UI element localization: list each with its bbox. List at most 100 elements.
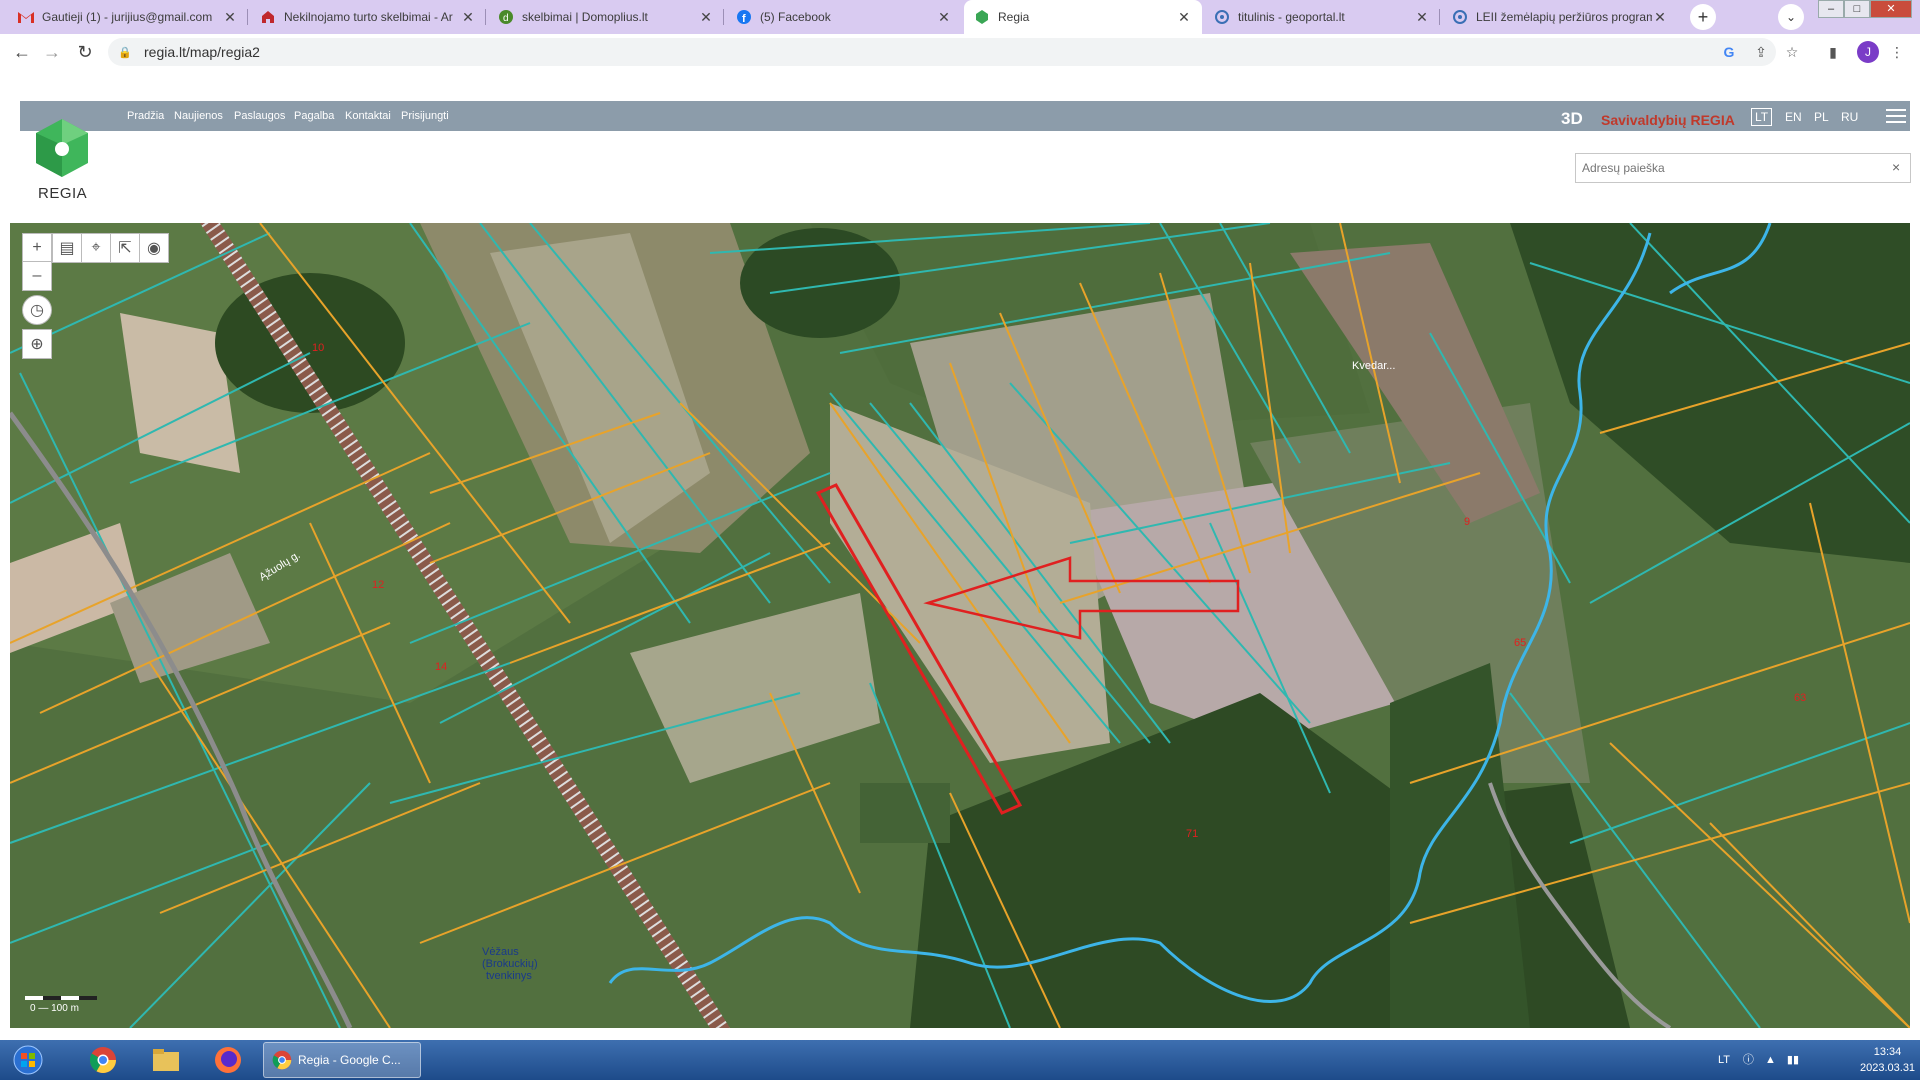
start-orb[interactable] (0, 1043, 56, 1077)
map-label: Vėžaus (482, 946, 519, 958)
url-text[interactable]: regia.lt/map/regia2 (144, 44, 260, 60)
my-location-icon[interactable]: ⊕ (22, 329, 52, 359)
signal-icon[interactable]: ▮▮ (1787, 1054, 1799, 1066)
regia-icon (974, 9, 990, 25)
tab-title: skelbimai | Domoplius.lt (522, 10, 648, 24)
tab-title: LEII žemėlapių peržiūros program (1476, 10, 1652, 24)
google-lens-icon[interactable]: G (1720, 43, 1738, 61)
zoom-out-button[interactable]: – (22, 261, 52, 291)
menu-item-pradzia[interactable]: Pradžia (127, 110, 164, 122)
history-icon[interactable]: ◷ (22, 295, 52, 325)
menu-item-naujienos[interactable]: Naujienos (174, 110, 223, 122)
address-bar[interactable]: 🔒 regia.lt/map/regia2 (108, 38, 1776, 66)
scale-label: 0 — 100 m (30, 1003, 79, 1014)
tray-language[interactable]: LT (1718, 1054, 1730, 1066)
map-label: tvenkinys (486, 970, 532, 982)
facebook-icon: f (736, 9, 752, 25)
new-tab-button[interactable]: + (1690, 4, 1716, 30)
tab-regia[interactable]: Regia ✕ (964, 0, 1202, 34)
search-clear-icon[interactable]: × (1892, 159, 1900, 175)
task-title: Regia - Google C... (298, 1053, 401, 1067)
tab-search-icon[interactable]: ⌄ (1778, 4, 1804, 30)
windows-taskbar: Regia - Google C... LT ⓘ ▲ ▮▮ 13:34 2023… (0, 1040, 1920, 1080)
chrome-icon (272, 1050, 292, 1070)
map-label: 14 (435, 661, 447, 673)
reload-icon[interactable]: ↻ (75, 42, 95, 62)
aruodas-icon (260, 9, 276, 25)
browser-toolbar: ← → ↻ 🔒 regia.lt/map/regia2 (0, 34, 1920, 70)
map-label: Kvedar... (1352, 360, 1395, 372)
close-tab-icon[interactable]: ✕ (1414, 9, 1430, 26)
lang-ru[interactable]: RU (1841, 110, 1858, 124)
side-panel-icon[interactable]: ▮ (1824, 43, 1842, 61)
share-icon[interactable]: ⇪ (1752, 43, 1770, 61)
close-tab-icon[interactable]: ✕ (222, 9, 238, 26)
help-icon[interactable]: ⓘ (1743, 1054, 1754, 1066)
tab-title: Gautieji (1) - jurijius@gmail.com (42, 10, 213, 24)
map-canvas[interactable]: 10 12 14 9 65 63 71 Kvedar... Ąžuolų g. … (10, 223, 1910, 1028)
geoportal-icon (1214, 9, 1230, 25)
close-tab-icon[interactable]: ✕ (460, 9, 476, 26)
svg-text:f: f (742, 13, 746, 24)
tab-facebook[interactable]: f (5) Facebook ✕ (726, 0, 962, 34)
system-tray[interactable]: LT ⓘ ▲ ▮▮ (1718, 1051, 1799, 1067)
logo-text: REGIA (38, 185, 88, 202)
close-tab-icon[interactable]: ✕ (1176, 9, 1192, 26)
chrome-icon[interactable] (75, 1043, 131, 1077)
menu-item-prisijungti[interactable]: Prisijungti (401, 110, 449, 122)
map-label: 65 (1514, 637, 1526, 649)
tab-gmail[interactable]: Gautieji (1) - jurijius@gmail.com ✕ (8, 0, 248, 34)
map-label: 12 (372, 579, 384, 591)
lang-pl[interactable]: PL (1814, 110, 1829, 124)
chrome-menu-icon[interactable]: ⋮ (1888, 43, 1906, 61)
map-label: 9 (1464, 516, 1470, 528)
system-clock[interactable]: 13:34 2023.03.31 (1860, 1044, 1915, 1076)
close-tab-icon[interactable]: ✕ (936, 9, 952, 26)
tab-title: Nekilnojamo turto skelbimai - Ar (284, 10, 453, 24)
address-search-input[interactable] (1575, 153, 1911, 183)
gmail-icon (18, 9, 34, 25)
tab-domoplius[interactable]: d skelbimai | Domoplius.lt ✕ (488, 0, 724, 34)
menu-item-pagalba[interactable]: Pagalba (294, 110, 334, 122)
bookmark-star-icon[interactable]: ☆ (1783, 43, 1801, 61)
map-label: 10 (312, 342, 324, 354)
minimize-button[interactable]: – (1818, 0, 1844, 18)
back-icon[interactable]: ← (12, 42, 32, 62)
tab-title: (5) Facebook (760, 10, 831, 24)
menu-item-paslaugos[interactable]: Paslaugos (234, 110, 285, 122)
basemap-icon[interactable]: ▤ (52, 233, 82, 263)
share-icon[interactable]: ⇱ (110, 233, 140, 263)
menu-item-kontaktai[interactable]: Kontaktai (345, 110, 391, 122)
close-tab-icon[interactable]: ✕ (698, 9, 714, 26)
forward-icon[interactable]: → (42, 42, 62, 62)
clock-time: 13:34 (1873, 1046, 1902, 1058)
tab-geoportal[interactable]: titulinis - geoportal.lt ✕ (1204, 0, 1440, 34)
zoom-in-button[interactable]: + (22, 233, 52, 263)
regia-logo[interactable] (30, 117, 94, 181)
geoportal-icon (1452, 9, 1468, 25)
3d-toggle[interactable]: 3D (1561, 109, 1583, 129)
brand-title: Savivaldybių REGIA (1601, 112, 1735, 128)
map-label: (Brokuckių) (482, 958, 538, 970)
lang-en[interactable]: EN (1785, 110, 1802, 124)
tab-aruodas[interactable]: Nekilnojamo turto skelbimai - Ar ✕ (250, 0, 486, 34)
aerial-imagery: 10 12 14 9 65 63 71 Kvedar... Ąžuolų g. … (10, 223, 1910, 1028)
hamburger-menu-icon[interactable] (1886, 109, 1906, 125)
scale-bar (25, 996, 97, 1000)
profile-avatar[interactable]: J (1857, 41, 1879, 63)
svg-text:d: d (503, 13, 509, 24)
window-close-button[interactable]: ✕ (1870, 0, 1912, 18)
lang-lt[interactable]: LT (1751, 108, 1773, 126)
lock-icon[interactable]: 🔒 (118, 46, 132, 59)
tab-strip: Gautieji (1) - jurijius@gmail.com ✕ Neki… (0, 0, 1920, 34)
explorer-icon[interactable] (138, 1043, 194, 1077)
chrome-task-button[interactable]: Regia - Google C... (263, 1042, 421, 1078)
tab-leii[interactable]: LEII žemėlapių peržiūros program ✕ (1442, 0, 1678, 34)
firefox-icon[interactable] (200, 1043, 256, 1077)
close-tab-icon[interactable]: ✕ (1652, 9, 1668, 26)
location-pin-icon[interactable]: ⌖ (81, 233, 111, 263)
tab-title: Regia (998, 10, 1030, 24)
layers-icon[interactable]: ◉ (139, 233, 169, 263)
maximize-button[interactable]: □ (1844, 0, 1870, 18)
network-icon[interactable]: ▲ (1765, 1054, 1776, 1066)
